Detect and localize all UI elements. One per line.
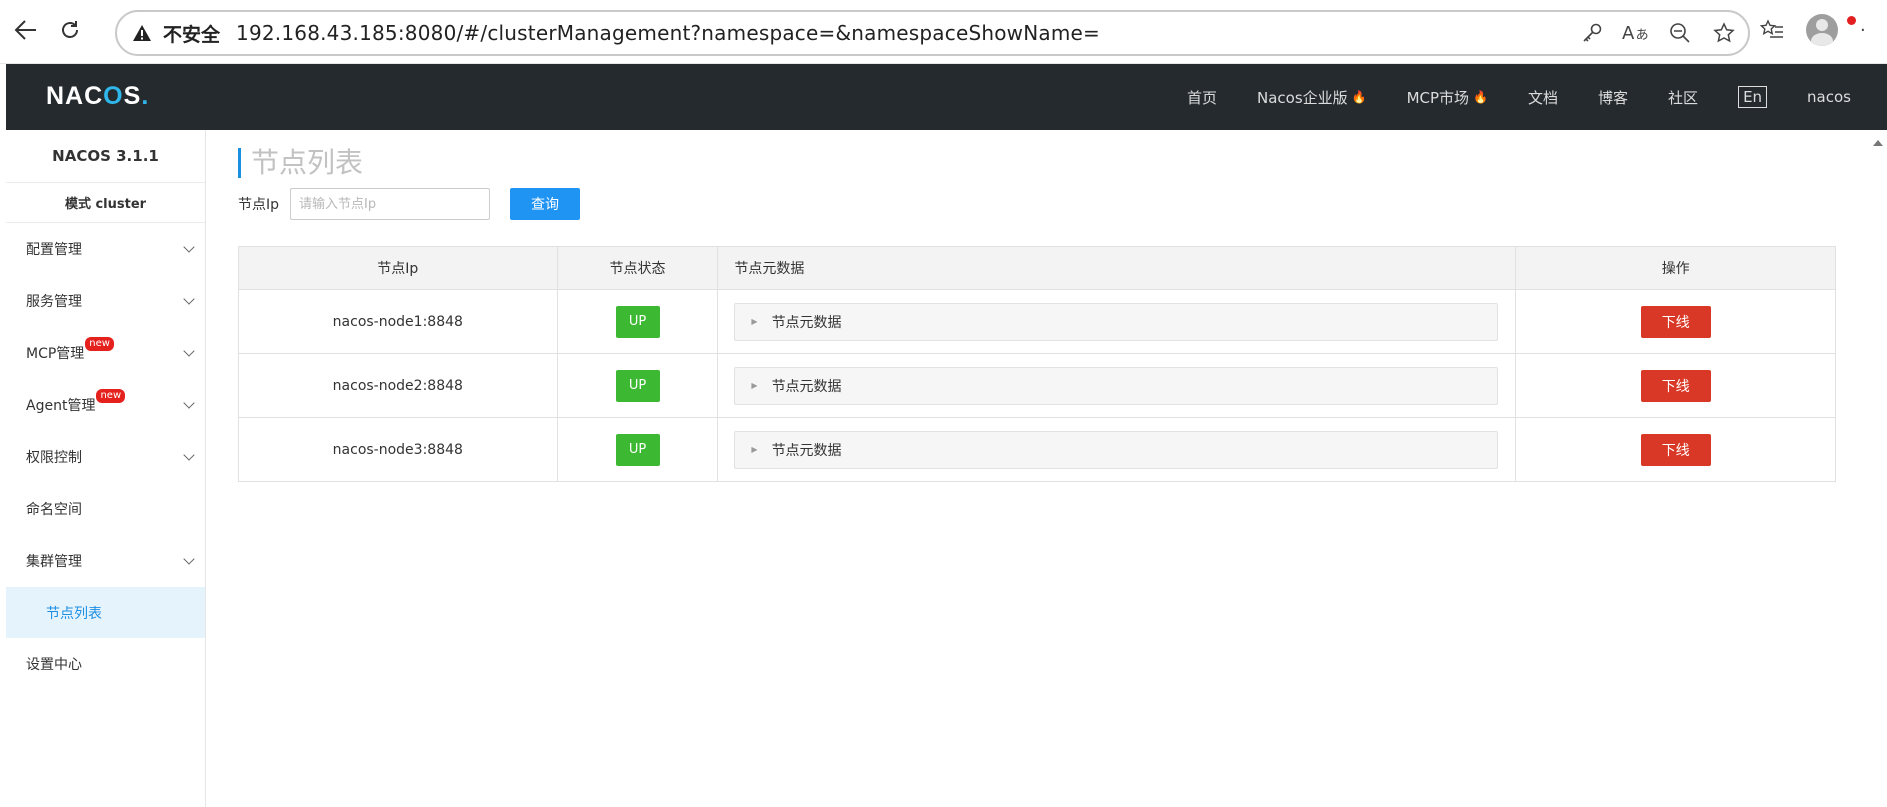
sidebar-item-service[interactable]: 服务管理 bbox=[6, 275, 205, 327]
chevron-down-icon bbox=[183, 553, 195, 565]
node-metadata-cell: ▶ 节点元数据 bbox=[717, 417, 1517, 482]
user-menu[interactable]: nacos bbox=[1807, 88, 1851, 106]
language-toggle[interactable]: En bbox=[1738, 86, 1768, 108]
search-label: 节点Ip bbox=[238, 197, 280, 213]
column-header-ip: 节点Ip bbox=[238, 246, 558, 290]
browser-toolbar: 不安全 192.168.43.185:8080/#/clusterManagem… bbox=[0, 0, 1887, 64]
action-cell: 下线 bbox=[1515, 289, 1836, 354]
node-metadata-cell: ▶ 节点元数据 bbox=[717, 289, 1517, 354]
metadata-expander[interactable]: ▶ 节点元数据 bbox=[734, 430, 1499, 469]
node-status-cell: UP bbox=[556, 289, 719, 354]
offline-button[interactable]: 下线 bbox=[1640, 305, 1711, 338]
favorites-list-icon[interactable] bbox=[1760, 19, 1784, 41]
action-cell: 下线 bbox=[1515, 353, 1836, 418]
status-badge: UP bbox=[615, 433, 660, 466]
new-badge: new bbox=[96, 389, 126, 403]
action-cell: 下线 bbox=[1515, 417, 1836, 482]
mode-label: 模式 cluster bbox=[6, 183, 205, 223]
status-badge: UP bbox=[615, 305, 660, 338]
offline-button[interactable]: 下线 bbox=[1640, 433, 1711, 466]
chevron-down-icon bbox=[183, 449, 195, 461]
key-icon[interactable] bbox=[1578, 18, 1606, 48]
chevron-down-icon bbox=[183, 345, 195, 357]
nav-enterprise[interactable]: Nacos企业版 🔥 bbox=[1257, 87, 1367, 108]
caret-right-icon: ▶ bbox=[751, 445, 758, 454]
sidebar-item-agent[interactable]: Agent管理 new bbox=[6, 379, 205, 431]
profile-avatar[interactable] bbox=[1806, 14, 1838, 46]
table-row: nacos-node1:8848 UP ▶ 节点元数据 下线 bbox=[238, 289, 1836, 354]
zoom-out-icon[interactable] bbox=[1666, 18, 1694, 48]
node-ip-cell: nacos-node2:8848 bbox=[238, 353, 558, 418]
nav-docs[interactable]: 文档 bbox=[1528, 87, 1558, 108]
table-header-row: 节点Ip 节点状态 节点元数据 操作 bbox=[238, 246, 1836, 290]
new-badge: new bbox=[85, 337, 114, 351]
table-row: nacos-node2:8848 UP ▶ 节点元数据 下线 bbox=[238, 353, 1836, 418]
warning-icon bbox=[131, 22, 153, 44]
not-secure-label: 不安全 bbox=[163, 23, 221, 46]
nav-blog[interactable]: 博客 bbox=[1598, 87, 1628, 108]
table-row: nacos-node3:8848 UP ▶ 节点元数据 下线 bbox=[238, 417, 1836, 482]
address-bar[interactable]: 不安全 192.168.43.185:8080/#/clusterManagem… bbox=[115, 10, 1750, 56]
metadata-expander[interactable]: ▶ 节点元数据 bbox=[734, 302, 1499, 341]
query-button[interactable]: 查询 bbox=[510, 188, 580, 220]
node-table: 节点Ip 节点状态 节点元数据 操作 nacos-node1:8848 UP ▶… bbox=[238, 246, 1836, 482]
sidebar-item-namespace[interactable]: 命名空间 bbox=[6, 483, 205, 535]
offline-button[interactable]: 下线 bbox=[1640, 369, 1711, 402]
main-content: 节点列表 节点Ip 查询 节点Ip 节点状态 节点元数据 操作 nacos-no… bbox=[207, 130, 1887, 807]
url-text[interactable]: 192.168.43.185:8080/#/clusterManagement?… bbox=[236, 21, 1100, 45]
node-ip-cell: nacos-node1:8848 bbox=[238, 289, 558, 354]
sidebar-item-settings[interactable]: 设置中心 bbox=[6, 638, 205, 690]
node-ip-search-input[interactable] bbox=[290, 188, 490, 220]
sidebar-item-config[interactable]: 配置管理 bbox=[6, 223, 205, 275]
chevron-down-icon bbox=[183, 293, 195, 305]
back-arrow-icon[interactable] bbox=[8, 12, 44, 48]
chevron-down-icon bbox=[183, 397, 195, 409]
version-label: NACOS 3.1.1 bbox=[6, 130, 205, 183]
sidebar-subitem-node-list[interactable]: 节点列表 bbox=[6, 587, 205, 638]
reload-icon[interactable] bbox=[52, 12, 88, 48]
fire-icon: 🔥 bbox=[1473, 90, 1489, 104]
node-status-cell: UP bbox=[556, 417, 719, 482]
notification-dot bbox=[1847, 16, 1856, 25]
node-status-cell: UP bbox=[556, 353, 719, 418]
sidebar-item-cluster[interactable]: 集群管理 bbox=[6, 535, 205, 587]
star-icon[interactable] bbox=[1710, 18, 1738, 48]
top-nav: 首页 Nacos企业版 🔥 MCP市场 🔥 文档 博客 社区 En nacos bbox=[1187, 64, 1851, 130]
nav-mcp-market[interactable]: MCP市场 🔥 bbox=[1407, 87, 1488, 108]
status-badge: UP bbox=[615, 369, 660, 402]
caret-right-icon: ▶ bbox=[751, 317, 758, 326]
node-metadata-cell: ▶ 节点元数据 bbox=[717, 353, 1517, 418]
sidebar: NACOS 3.1.1 模式 cluster 配置管理 服务管理 MCP管理 ne… bbox=[6, 130, 206, 807]
more-menu-icon[interactable]: · bbox=[1860, 20, 1866, 41]
nav-community[interactable]: 社区 bbox=[1668, 87, 1698, 108]
sidebar-item-auth[interactable]: 权限控制 bbox=[6, 431, 205, 483]
chevron-down-icon bbox=[183, 241, 195, 253]
column-header-action: 操作 bbox=[1515, 246, 1836, 290]
metadata-expander[interactable]: ▶ 节点元数据 bbox=[734, 366, 1499, 405]
nav-home[interactable]: 首页 bbox=[1187, 87, 1217, 108]
translate-icon[interactable]: Aあ bbox=[1622, 18, 1650, 48]
fire-icon: 🔥 bbox=[1351, 90, 1367, 104]
sidebar-item-mcp[interactable]: MCP管理 new bbox=[6, 327, 205, 379]
column-header-metadata: 节点元数据 bbox=[717, 246, 1517, 290]
page-title: 节点列表 bbox=[238, 148, 363, 178]
scroll-up-arrow-icon[interactable] bbox=[1873, 140, 1883, 146]
caret-right-icon: ▶ bbox=[751, 381, 758, 390]
nacos-logo[interactable]: NACOS. bbox=[46, 82, 149, 111]
node-ip-cell: nacos-node3:8848 bbox=[238, 417, 558, 482]
column-header-status: 节点状态 bbox=[556, 246, 719, 290]
app-header: NACOS. 首页 Nacos企业版 🔥 MCP市场 🔥 文档 博客 社区 En n… bbox=[6, 64, 1887, 130]
